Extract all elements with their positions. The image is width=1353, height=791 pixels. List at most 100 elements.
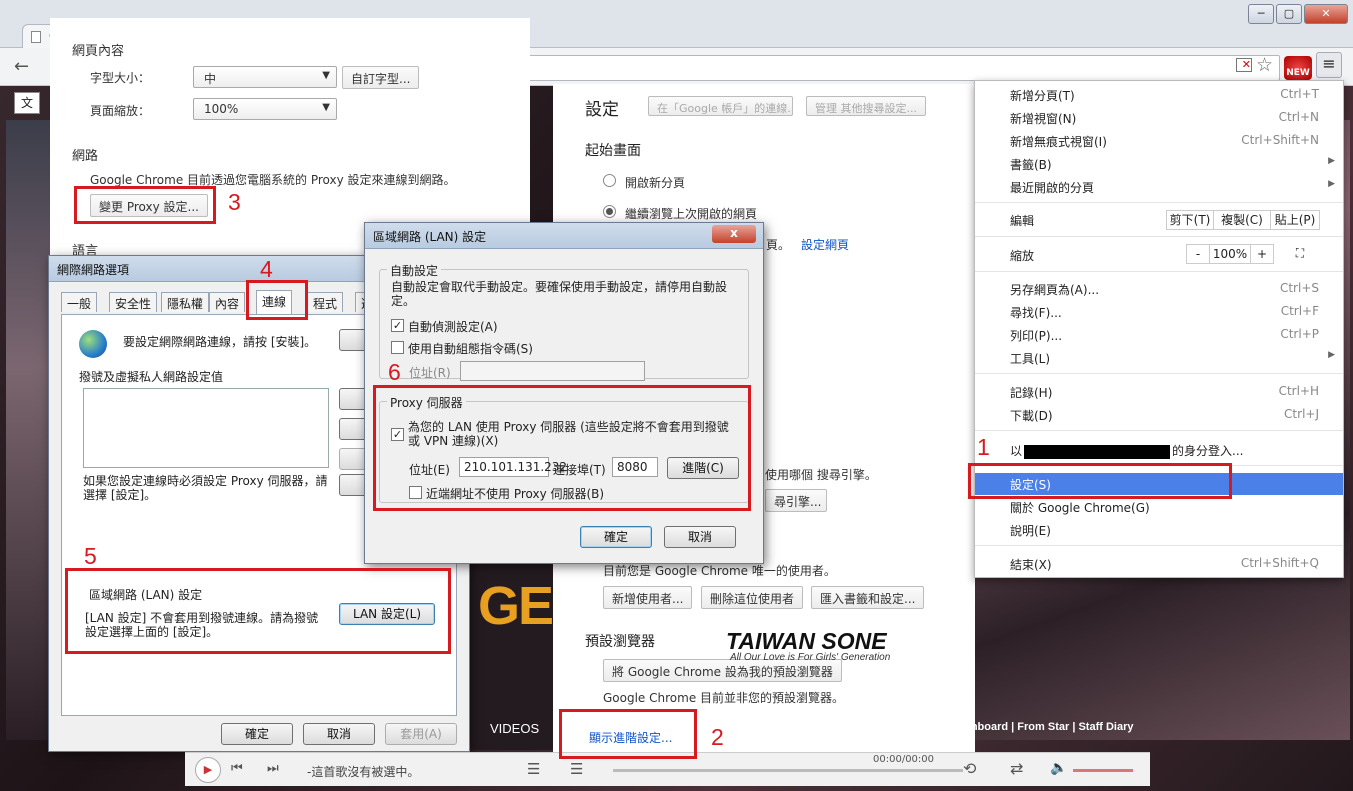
previous-icon[interactable]: ⏮: [231, 761, 243, 776]
checkbox-checked-icon[interactable]: ✓: [391, 319, 404, 332]
menu-item-save-page[interactable]: 另存網頁為(A)... Ctrl+S: [975, 278, 1343, 300]
tab-programs[interactable]: 程式: [307, 292, 344, 312]
blocked-popup-icon[interactable]: ✕: [1236, 58, 1252, 72]
setup-text: 要設定網際網路連線，請按 [安裝]。: [123, 335, 317, 349]
use-script-checkbox[interactable]: [391, 340, 404, 354]
back-icon[interactable]: ←: [14, 56, 29, 77]
cut-button[interactable]: 剪下(T): [1166, 210, 1214, 230]
menu-separator: [975, 373, 1343, 374]
lan-dialog-title: 區域網路 (LAN) 設定: [365, 223, 763, 249]
shuffle-icon[interactable]: ⇄: [1010, 759, 1023, 778]
extension-new-icon[interactable]: NEW: [1284, 56, 1312, 80]
startup-option-continue: 繼續瀏覽上次開啟的網頁: [625, 207, 758, 221]
settings-other-button[interactable]: 管理 其他搜尋設定...: [806, 96, 926, 116]
copy-button[interactable]: 複製(C): [1213, 210, 1271, 230]
minimize-button[interactable]: ─: [1248, 4, 1274, 24]
play-icon[interactable]: ▶: [195, 757, 221, 783]
menu-item-label: 記錄(H): [1010, 386, 1053, 400]
auto-config-label: 自動設定: [387, 262, 442, 279]
menu-item-label: 書籤(B): [1010, 158, 1052, 172]
font-size-select[interactable]: 中: [193, 66, 337, 88]
menu-item-print[interactable]: 列印(P)... Ctrl+P: [975, 324, 1343, 346]
radio-checked-icon[interactable]: [603, 205, 616, 218]
menu-shortcut: Ctrl+T: [1280, 87, 1319, 101]
page-zoom-select[interactable]: 100%: [193, 98, 337, 120]
tab-general[interactable]: 一般: [61, 292, 98, 312]
site-nav-links[interactable]: Fanboard | From Star | Staff Diary: [958, 721, 1133, 733]
tab-content[interactable]: 內容: [209, 292, 246, 312]
set-pages-link[interactable]: 設定網頁: [801, 236, 849, 253]
seek-slider[interactable]: [613, 769, 963, 772]
menu-item-bookmarks[interactable]: 書籤(B) ▶: [975, 153, 1343, 175]
ok-button[interactable]: 確定: [221, 723, 293, 745]
apply-button[interactable]: 套用(A): [385, 723, 457, 745]
settings-search-field[interactable]: 在「Google 帳戶」的連線...: [648, 96, 793, 116]
lan-ok-button[interactable]: 確定: [580, 526, 652, 548]
show-advanced-link[interactable]: 顯示進階設定...: [589, 729, 672, 746]
hamburger-icon[interactable]: ≡: [1316, 52, 1342, 78]
menu-item-label: 新增分頁(T): [1010, 89, 1075, 103]
auto-config-desc: 自動設定會取代手動設定。要確保使用手動設定，請停用自動設定。: [391, 280, 728, 308]
lan-settings-button[interactable]: LAN 設定(L): [339, 603, 435, 625]
auto-detect-checkbox[interactable]: ✓: [391, 318, 404, 332]
import-bookmarks-button[interactable]: 匯入書籤和設定...: [811, 586, 925, 609]
fullscreen-icon[interactable]: ⛶: [1282, 244, 1318, 264]
paste-button[interactable]: 貼上(P): [1270, 210, 1320, 230]
next-icon[interactable]: ⏭: [267, 761, 279, 776]
menu-separator: [975, 465, 1343, 466]
tab-connections[interactable]: 連線: [256, 290, 293, 314]
proxy-address-input[interactable]: 210.101.131.232: [459, 457, 567, 477]
checkbox-icon[interactable]: [409, 486, 422, 499]
bypass-local-checkbox[interactable]: [409, 485, 422, 499]
port-input[interactable]: 8080: [612, 457, 658, 477]
script-address-input[interactable]: [460, 361, 645, 381]
volume-icon[interactable]: 🔈: [1050, 760, 1067, 776]
add-user-button[interactable]: 新增使用者...: [603, 586, 693, 609]
vpn-list[interactable]: [83, 388, 329, 468]
repeat-icon[interactable]: ⟲: [963, 759, 976, 778]
volume-slider[interactable]: [1073, 769, 1133, 772]
lan-cancel-button[interactable]: 取消: [664, 526, 736, 548]
tab-privacy[interactable]: 隱私權: [161, 292, 210, 312]
menu-item-exit[interactable]: 結束(X) Ctrl+Shift+Q: [975, 553, 1343, 575]
videos-link[interactable]: VIDEOS: [490, 721, 539, 736]
startup-radio-newtab[interactable]: [603, 174, 616, 190]
maximize-button[interactable]: ▢: [1276, 4, 1302, 24]
startup-option-newtab: 開啟新分頁: [625, 176, 686, 190]
lan-dialog-close-button[interactable]: x: [712, 225, 756, 243]
zoom-out-button[interactable]: -: [1186, 244, 1210, 264]
radio-icon[interactable]: [603, 174, 616, 187]
music-player-bar: ▶ ⏮ ⏭ -這首歌沒有被選中。 ☰ ☰ 00:00/00:00 ⟲ ⇄ 🔈: [185, 752, 1150, 786]
proxy-advanced-button[interactable]: 進階(C): [667, 457, 739, 479]
menu-item-help[interactable]: 說明(E): [975, 519, 1343, 541]
close-button[interactable]: ✕: [1304, 4, 1348, 24]
checkbox-icon[interactable]: [391, 341, 404, 354]
manage-search-engines-button[interactable]: 尋引擎...: [765, 489, 827, 512]
translate-icon[interactable]: 文: [14, 92, 40, 114]
delete-user-button[interactable]: 刪除這位使用者: [701, 586, 804, 609]
cancel-button[interactable]: 取消: [303, 723, 375, 745]
menu-item-find[interactable]: 尋找(F)... Ctrl+F: [975, 301, 1343, 323]
menu-item-incognito[interactable]: 新增無痕式視窗(I) Ctrl+Shift+N: [975, 130, 1343, 152]
menu-item-new-tab[interactable]: 新增分頁(T) Ctrl+T: [975, 84, 1343, 106]
menu-item-recent-tabs[interactable]: 最近開啟的分頁 ▶: [975, 176, 1343, 198]
menu-item-new-window[interactable]: 新增視窗(N) Ctrl+N: [975, 107, 1343, 129]
startup-radio-continue[interactable]: [603, 205, 616, 221]
menu-item-history[interactable]: 記錄(H) Ctrl+H: [975, 381, 1343, 403]
tab-security[interactable]: 安全性: [109, 292, 158, 312]
zoom-in-button[interactable]: +: [1250, 244, 1274, 264]
custom-fonts-button[interactable]: 自訂字型...: [342, 66, 420, 89]
use-proxy-checkbox[interactable]: ✓: [391, 427, 404, 441]
menu-shortcut: Ctrl+S: [1279, 281, 1319, 295]
menu-item-downloads[interactable]: 下載(D) Ctrl+J: [975, 404, 1343, 426]
bookmark-star-icon[interactable]: ☆: [1256, 54, 1273, 76]
change-proxy-button[interactable]: 變更 Proxy 設定...: [90, 194, 208, 217]
playlist-icon[interactable]: ☰: [527, 760, 540, 778]
menu-item-tools[interactable]: 工具(L) ▶: [975, 347, 1343, 369]
menu-item-about[interactable]: 關於 Google Chrome(G): [975, 496, 1343, 518]
lyrics-icon[interactable]: ☰: [570, 760, 583, 778]
menu-item-settings[interactable]: 設定(S): [975, 473, 1343, 495]
track-status: -這首歌沒有被選中。: [307, 765, 420, 779]
menu-item-signin[interactable]: 以 的身分登入...: [975, 439, 1343, 461]
checkbox-checked-icon[interactable]: ✓: [391, 428, 404, 441]
